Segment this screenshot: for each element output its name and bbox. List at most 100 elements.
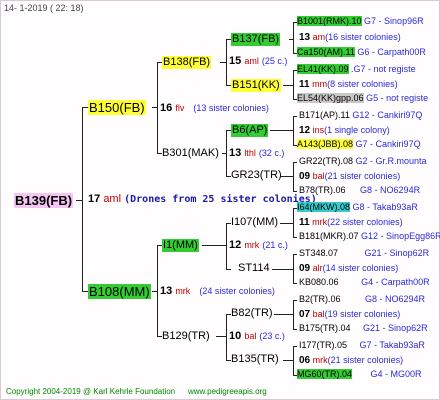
ggg-3-bot-name[interactable]: B78(TR).06	[299, 185, 346, 195]
ggp-4[interactable]: GR23(TR)	[231, 170, 282, 181]
gp-2-note: (32 c.)	[258, 148, 285, 158]
ggg-5-bot-name[interactable]: KB080.06	[299, 277, 339, 287]
ggg-5-num: 09	[299, 263, 311, 274]
gp-4-num: 10	[229, 330, 242, 342]
parent-bottom[interactable]: B108(MM)	[88, 284, 151, 299]
p-top-type: flv	[175, 103, 185, 113]
connector	[293, 70, 294, 100]
connector	[226, 223, 227, 270]
connector	[216, 336, 226, 337]
connector	[293, 237, 297, 238]
p-top-note: (13 sister colonies)	[193, 103, 269, 113]
gp-4[interactable]: B129(TR)	[162, 331, 210, 342]
ggg-1-mid: 11 mm(8 sister colonies)	[299, 80, 398, 90]
ggp-3[interactable]: B6(AP)	[231, 124, 269, 137]
connector	[280, 223, 293, 224]
ggp-5[interactable]: I107(MM)	[231, 217, 278, 228]
ggg-1-bot-name[interactable]: EL54(KK)gpp.06	[297, 93, 364, 103]
ggg-2-bot-name[interactable]: A143(JBB).08	[297, 139, 354, 149]
ggg-3-num: 09	[299, 171, 311, 182]
ggg-7-bot-name[interactable]: MG60(TR).04	[297, 369, 353, 379]
gp-3[interactable]: I1(MM)	[162, 239, 199, 252]
ggg-5-top: ST348.07 G21 - Sinop62R	[299, 249, 429, 258]
connector	[226, 130, 227, 177]
p-bot-info: 13 mrk (24 sister colonies)	[160, 286, 275, 297]
connector	[293, 329, 297, 330]
gp-3-note: (21 c.)	[262, 240, 288, 250]
gp-1[interactable]: B138(FB)	[162, 56, 212, 69]
ggg-4-bot-code: G12 - SinopEgg86R	[361, 231, 440, 241]
ggg-0-top-name[interactable]: B1001(RMK).10	[297, 16, 362, 26]
root-queen[interactable]: B139(FB)	[14, 193, 74, 208]
parent-top[interactable]: B150(FB)	[88, 100, 146, 115]
footer-url[interactable]: www.pedigreeapis.org	[188, 388, 267, 396]
gp-4-type: bal	[244, 331, 257, 341]
p-bot-num: 13	[160, 285, 173, 297]
ggg-4-bot-name[interactable]: B181(MKR).07	[299, 231, 359, 241]
ggg-0-bot-name[interactable]: Ca150(AM).11	[297, 47, 355, 57]
ggg-4-top-name[interactable]: I64(MKW).08	[297, 202, 351, 212]
ggg-2-mid: 12 ins(1 single colony)	[299, 126, 390, 136]
gp-1-type: aml	[244, 56, 259, 66]
ggg-3-top: GR22(TR).08 G2 - Gr.R.mounta	[299, 157, 427, 166]
connector	[293, 162, 294, 192]
ggg-2-bot: A143(JBB).08 G7 - Cankiri97Q	[297, 139, 421, 149]
ggg-5-mid: 09 alr(14 sister colonies)	[299, 264, 398, 274]
ggg-2-top-name[interactable]: B171(AP).11	[299, 110, 350, 120]
connector	[272, 269, 293, 270]
ggp-7[interactable]: B82(TR)	[231, 308, 273, 319]
connector	[270, 130, 293, 131]
ggp-6[interactable]: ST114	[238, 263, 270, 274]
ggg-6-top-code: G8 - NO6294R	[365, 294, 426, 304]
ggg-6-bot-code: G21 - Sinop62R	[363, 323, 428, 333]
ggg-2-bot-code: G7 - Cankiri97Q	[355, 139, 421, 149]
connector	[293, 116, 294, 146]
ggg-3-top-name[interactable]: GR22(TR).08	[299, 156, 353, 166]
ggg-2-type: ins	[312, 125, 325, 135]
header-date: 14- 1-2019 ( 22: 18)	[4, 3, 84, 13]
connector	[293, 162, 297, 163]
ggp-1[interactable]: B137(FB)	[231, 33, 281, 46]
connector	[293, 208, 294, 238]
ggg-7-type: mrk	[312, 355, 328, 365]
connector	[293, 22, 294, 53]
ggg-5-top-code: G21 - Sinop62R	[364, 248, 430, 258]
ggg-4-mid: 11 mrk(22 sister colonies)	[299, 218, 403, 228]
ggp-2[interactable]: B151(KK)	[231, 79, 281, 92]
connector	[283, 85, 293, 86]
ggg-7-note: (21 sister colonies)	[327, 355, 404, 365]
p-bot-type: mrk	[175, 286, 191, 296]
ggg-7-bot-code: G4 - MG00R	[370, 369, 422, 379]
connector	[293, 116, 297, 117]
ggg-7-top-name[interactable]: I177(TR).05	[299, 340, 347, 350]
ggg-5-bot: KB080.06 G4 - Carpath00R	[299, 278, 430, 287]
ggg-1-bot: EL54(KK)gpp.06 G5 - not registe	[297, 93, 429, 103]
ggg-1-bot-code: G5 - not registe	[366, 93, 429, 103]
ggg-7-mid: 06 mrk(21 sister colonies)	[299, 356, 403, 366]
ggg-5-bot-code: G4 - Carpath00R	[361, 277, 430, 287]
ggg-6-bot-name[interactable]: B175(TR).04	[299, 323, 351, 333]
ggg-6-top-name[interactable]: B2(TR).06	[299, 294, 341, 304]
ggg-0-bot-code: G6 - Carpath00R	[357, 47, 426, 57]
gp-3-num: 12	[229, 239, 242, 251]
connector	[293, 254, 297, 255]
ggg-0-top-code: G7 - Sinop96R	[364, 16, 424, 26]
gp-2[interactable]: B301(MAK)	[162, 148, 219, 159]
ggg-1-top-code: .G7 - not registe	[351, 64, 416, 74]
ggg-3-type: bal	[312, 171, 325, 181]
p-top-info: 16 flv (13 sister colonies)	[160, 103, 269, 114]
ggp-8[interactable]: B135(TR)	[231, 354, 279, 365]
connector	[274, 314, 293, 315]
connector	[157, 245, 158, 337]
ggg-7-bot: MG60(TR).04 G4 - MG00R	[297, 369, 422, 379]
ggg-0-num: 13	[299, 32, 311, 43]
level1-type: aml	[103, 193, 122, 205]
level1-info: 17 aml (Drones from 25 sister colonies)	[88, 194, 317, 205]
ggg-1-top-name[interactable]: EL41(KK).09	[297, 64, 349, 74]
gp-2-num: 13	[229, 147, 242, 159]
ggg-5-top-name[interactable]: ST348.07	[299, 248, 338, 258]
ggg-3-mid: 09 bal(21 sister colonies)	[299, 172, 400, 182]
ggg-6-top: B2(TR).06 G8 - NO6294R	[299, 295, 425, 304]
ggg-6-mid: 07 bal(19 sister colonies)	[299, 310, 400, 320]
level1-note: (Drones from 25 sister colonies)	[124, 194, 317, 205]
